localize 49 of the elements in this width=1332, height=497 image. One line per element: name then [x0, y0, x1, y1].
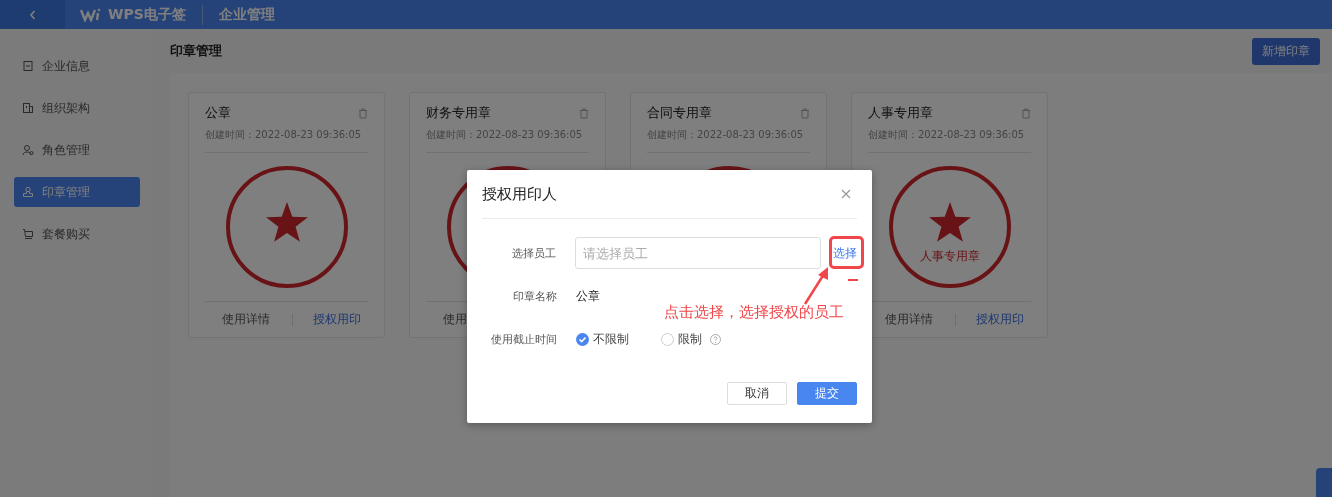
annotation-text: 点击选择，选择授权的员工 [664, 303, 844, 322]
help-icon[interactable] [710, 333, 721, 345]
user-icon [22, 144, 34, 156]
sidebar-item[interactable]: 角色管理 [14, 135, 140, 165]
seal-name: 财务专用章 [426, 104, 491, 122]
usage-details-link[interactable]: 使用 [443, 312, 467, 327]
building-icon [22, 102, 34, 114]
header-title: 企业管理 [218, 5, 275, 24]
dialog-title: 授权用印人 [482, 184, 557, 204]
field-label: 使用截止时间 [490, 331, 557, 347]
employee-field[interactable]: 请选择员工 [575, 237, 821, 269]
field-label: 选择员工 [511, 245, 557, 261]
submit-button[interactable]: 提交 [797, 382, 857, 405]
stamp-icon [22, 186, 34, 198]
trash-icon[interactable] [1021, 107, 1031, 119]
seal-name: 公章 [205, 104, 231, 122]
seal-name: 合同专用章 [647, 104, 712, 122]
back-icon[interactable] [27, 8, 38, 21]
radio-button[interactable] [576, 332, 589, 346]
radio-label: 限制 [678, 330, 702, 348]
add-seal-button[interactable]: 新增印章 [1252, 37, 1320, 65]
app-name: WPS电子签 [108, 5, 186, 24]
trash-icon[interactable] [800, 107, 810, 119]
field-label: 印章名称 [512, 288, 557, 304]
trash-icon[interactable] [358, 107, 368, 119]
floating-tab[interactable] [1316, 468, 1332, 497]
document-icon [22, 60, 34, 72]
radio-label: 不限制 [593, 330, 629, 348]
logo-icon [80, 7, 102, 22]
cancel-button[interactable]: 取消 [727, 382, 787, 405]
select-link[interactable]: 选择 [833, 244, 857, 262]
seal-name: 人事专用章 [868, 104, 933, 122]
sidebar-item[interactable]: 套餐购买 [14, 219, 140, 249]
close-icon[interactable] [841, 189, 851, 199]
page-title: 印章管理 [170, 42, 222, 60]
authorize-link[interactable]: 授权用印 [313, 312, 361, 327]
sidebar-item[interactable]: 组织架构 [14, 93, 140, 123]
sidebar-item[interactable]: 企业信息 [14, 51, 140, 81]
usage-details-link[interactable]: 使用详情 [222, 312, 270, 327]
radio-button[interactable] [661, 332, 674, 346]
authorize-link[interactable]: 授权用印 [976, 312, 1024, 327]
stamp-label: 人事专用章 [919, 249, 980, 263]
field-value: 公章 [576, 287, 600, 305]
annotation-dash [848, 279, 858, 281]
cart-icon [22, 228, 34, 240]
sidebar-item[interactable]: 印章管理 [14, 177, 140, 207]
trash-icon[interactable] [579, 107, 589, 119]
highlight-frame [829, 236, 864, 269]
usage-details-link[interactable]: 使用详情 [885, 312, 933, 327]
